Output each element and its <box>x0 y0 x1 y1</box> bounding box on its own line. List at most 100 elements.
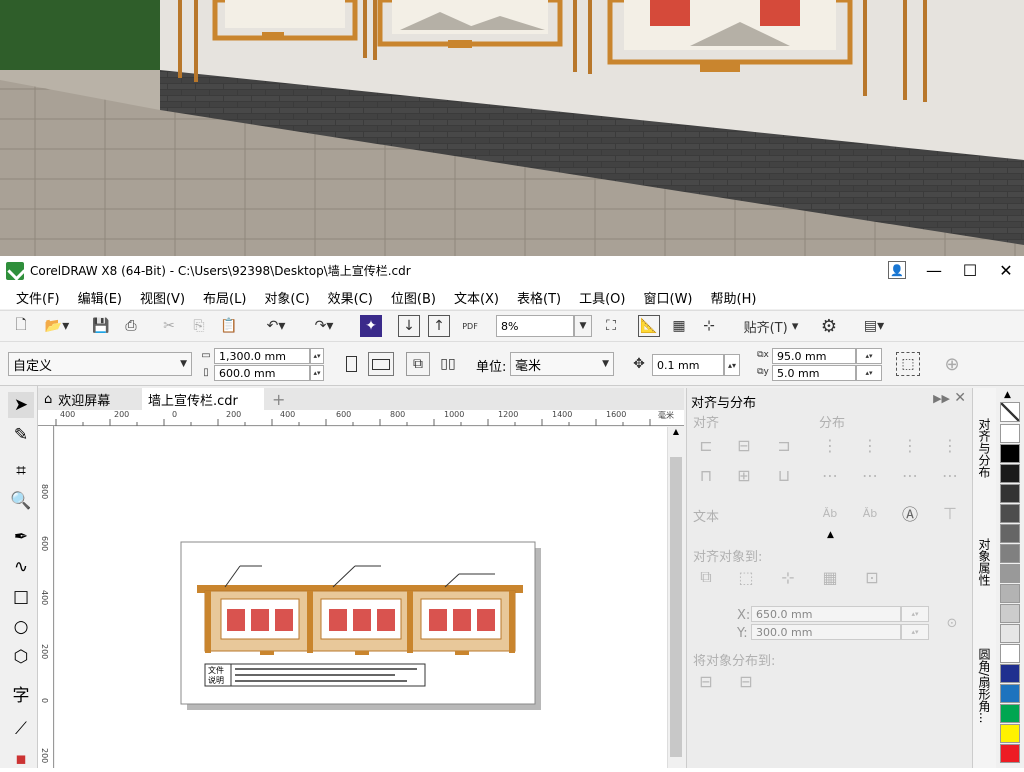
color-swatch[interactable] <box>1000 524 1020 543</box>
export-icon[interactable]: ↑ <box>428 315 450 337</box>
color-swatch[interactable] <box>1000 724 1020 743</box>
docker-tab-align[interactable]: 对齐与分布 <box>976 418 993 478</box>
units-select[interactable]: 毫米 <box>510 352 614 376</box>
redo-icon[interactable]: ↷▾ <box>304 315 344 337</box>
x-coord-spinner[interactable]: ▴▾ <box>901 606 929 622</box>
paste-icon[interactable]: 📋 <box>218 315 240 337</box>
shape-tool-icon[interactable]: ✎ <box>8 422 34 448</box>
show-rulers-icon[interactable]: 📐 <box>638 315 660 337</box>
active-objects-icon[interactable]: ⧉ <box>695 566 717 588</box>
color-swatch[interactable] <box>1000 504 1020 523</box>
duplicate-y-input[interactable]: 5.0 mm <box>772 365 856 381</box>
treat-as-filled-icon[interactable]: ⬚ <box>896 352 920 376</box>
crop-tool-icon[interactable]: ⌗ <box>8 458 34 484</box>
snap-to-dropdown[interactable]: 贴齐(T) ▾ <box>734 315 808 337</box>
menu-help[interactable]: 帮助(H) <box>711 288 757 307</box>
text-bounding-box-icon[interactable]: Ⓐ <box>899 502 921 524</box>
distribute-middle-icon[interactable]: ⋯ <box>859 464 881 486</box>
docker-close-icon[interactable]: ✕ <box>954 390 966 406</box>
connector-tool-icon[interactable]: ▪ <box>8 746 34 772</box>
menu-table[interactable]: 表格(T) <box>517 288 561 307</box>
docker-tab-fillet[interactable]: 圆角/扇形角... <box>976 648 993 724</box>
drawing-canvas[interactable]: 文件 说明 <box>55 427 667 768</box>
save-icon[interactable]: 💾 <box>90 315 112 337</box>
distribute-left-icon[interactable]: ⋮ <box>819 434 841 456</box>
menu-window[interactable]: 窗口(W) <box>644 288 693 307</box>
text-last-line-icon[interactable]: Ǎb <box>859 502 881 524</box>
scroll-thumb[interactable] <box>670 457 682 757</box>
menu-edit[interactable]: 编辑(E) <box>78 288 122 307</box>
menu-text[interactable]: 文本(X) <box>454 288 499 307</box>
polygon-tool-icon[interactable]: ⬡ <box>8 644 34 670</box>
color-swatch[interactable] <box>1000 604 1020 623</box>
options-gear-icon[interactable]: ⚙ <box>818 315 840 337</box>
color-swatch[interactable] <box>1000 544 1020 563</box>
new-document-icon[interactable]: 🗋 <box>10 315 32 337</box>
add-icon[interactable]: ⊕ <box>940 352 964 376</box>
page-center-icon[interactable]: ⊹ <box>777 566 799 588</box>
color-swatch[interactable] <box>1000 564 1020 583</box>
color-swatch[interactable] <box>1000 704 1020 723</box>
align-left-icon[interactable]: ⊏ <box>695 434 717 456</box>
menu-tools[interactable]: 工具(O) <box>579 288 625 307</box>
pick-point-icon[interactable]: ⊙ <box>941 612 963 634</box>
distribute-space-v-icon[interactable]: ⋯ <box>939 464 961 486</box>
print-icon[interactable]: ⎙ <box>120 315 142 337</box>
distribute-center-icon[interactable]: ⋮ <box>859 434 881 456</box>
zoom-tool-icon[interactable]: 🔍 <box>8 488 34 514</box>
color-swatch[interactable] <box>1000 584 1020 603</box>
menu-object[interactable]: 对象(C) <box>264 288 309 307</box>
zoom-dropdown-icon[interactable]: ▼ <box>574 315 592 337</box>
horizontal-ruler[interactable]: 400 200 0 200 400 600 800 1000 1200 1400… <box>38 410 684 426</box>
color-swatch[interactable] <box>1000 444 1020 463</box>
section-toggle-icon[interactable]: ▲ <box>827 530 834 540</box>
undo-icon[interactable]: ↶▾ <box>256 315 296 337</box>
minimize-button[interactable]: — <box>916 256 952 285</box>
color-swatch[interactable] <box>1000 744 1020 763</box>
landscape-icon[interactable] <box>368 352 394 376</box>
no-color-swatch[interactable] <box>1000 402 1020 422</box>
tab-welcome[interactable]: ⌂ 欢迎屏幕 <box>38 388 142 410</box>
account-icon[interactable]: 👤 <box>888 261 906 279</box>
all-pages-icon[interactable]: ⧉ <box>406 352 430 376</box>
color-swatch[interactable] <box>1000 464 1020 483</box>
page-width-input[interactable]: 1,300.0 mm <box>214 348 310 364</box>
page-height-spinner[interactable]: ▴▾ <box>310 365 324 381</box>
nudge-distance-input[interactable]: 0.1 mm <box>652 354 724 376</box>
copy-icon[interactable]: ⎘ <box>188 315 210 337</box>
dimension-tool-icon[interactable]: ⟋ <box>8 716 34 742</box>
docker-tab-object-properties[interactable]: 对象属性 <box>976 538 993 586</box>
y-coord-input[interactable]: 300.0 mm <box>751 624 901 640</box>
menu-view[interactable]: 视图(V) <box>140 288 185 307</box>
cut-icon[interactable]: ✂ <box>158 315 180 337</box>
artistic-media-icon[interactable]: ∿ <box>8 554 34 580</box>
color-swatch[interactable] <box>1000 664 1020 683</box>
import-icon[interactable]: ↓ <box>398 315 420 337</box>
application-launcher-icon[interactable]: ▤▾ <box>854 315 894 337</box>
nudge-spinner[interactable]: ▴▾ <box>724 354 740 376</box>
duplicate-x-input[interactable]: 95.0 mm <box>772 348 856 364</box>
distribute-bottom-icon[interactable]: ⋯ <box>899 464 921 486</box>
tab-document[interactable]: 墙上宣传栏.cdr <box>142 388 264 410</box>
distribute-to-selection-icon[interactable]: ⊟ <box>695 670 717 692</box>
page-height-input[interactable]: 600.0 mm <box>214 365 310 381</box>
text-first-line-icon[interactable]: Ǎb <box>819 502 841 524</box>
page-edge-icon[interactable]: ⬚ <box>735 566 757 588</box>
palette-scroll-up-icon[interactable]: ▲ <box>1004 390 1011 400</box>
rectangle-tool-icon[interactable]: □ <box>8 584 34 610</box>
search-content-icon[interactable]: ✦ <box>360 315 382 337</box>
vertical-ruler[interactable]: 800 600 400 200 0 200 <box>38 426 54 768</box>
duplicate-x-spinner[interactable]: ▴▾ <box>856 348 882 364</box>
menu-effects[interactable]: 效果(C) <box>328 288 373 307</box>
ellipse-tool-icon[interactable]: ○ <box>8 614 34 640</box>
menu-layout[interactable]: 布局(L) <box>203 288 246 307</box>
full-screen-icon[interactable]: ⛶ <box>600 315 622 337</box>
distribute-to-page-icon[interactable]: ⊟ <box>735 670 757 692</box>
align-center-h-icon[interactable]: ⊟ <box>733 434 755 456</box>
current-page-icon[interactable]: ▯▯ <box>436 352 460 376</box>
align-top-icon[interactable]: ⊓ <box>695 464 717 486</box>
x-coord-input[interactable]: 650.0 mm <box>751 606 901 622</box>
text-tool-icon[interactable]: 字 <box>8 680 34 706</box>
page-size-select[interactable]: 自定义 <box>8 352 192 376</box>
pick-tool-icon[interactable]: ➤ <box>8 392 34 418</box>
